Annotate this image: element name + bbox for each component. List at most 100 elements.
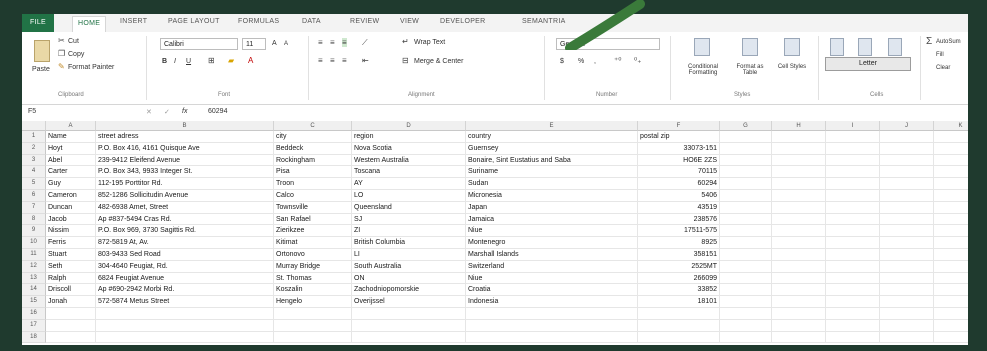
- cell-h13[interactable]: [772, 272, 826, 285]
- align-left-icon[interactable]: ≡: [318, 56, 323, 65]
- cell-a17[interactable]: [46, 319, 96, 332]
- align-bottom-icon[interactable]: ≡: [342, 38, 347, 47]
- tab-review[interactable]: REVIEW: [350, 18, 379, 25]
- cell-j3[interactable]: [880, 154, 934, 167]
- row-header-9[interactable]: 9: [22, 225, 46, 238]
- tab-insert[interactable]: INSERT: [120, 18, 147, 25]
- cell-k18[interactable]: [934, 332, 968, 344]
- cell-i9[interactable]: [826, 225, 880, 238]
- cell-e11[interactable]: Marshall Islands: [466, 249, 638, 261]
- cell-i16[interactable]: [826, 308, 880, 320]
- column-header-j[interactable]: J: [880, 121, 934, 131]
- cell-c5[interactable]: Troon: [274, 178, 352, 190]
- cell-e3[interactable]: Bonaire, Sint Eustatius and Saba: [466, 154, 638, 167]
- cell-styles-icon[interactable]: [784, 38, 800, 56]
- cell-f2[interactable]: 33073-151: [638, 142, 720, 155]
- cell-d15[interactable]: Overijssel: [352, 296, 466, 308]
- cell-e7[interactable]: Japan: [466, 201, 638, 214]
- cell-g15[interactable]: [720, 296, 772, 308]
- cell-e15[interactable]: Indonesia: [466, 296, 638, 308]
- delete-icon[interactable]: [858, 38, 872, 56]
- cell-i2[interactable]: [826, 142, 880, 155]
- percent-button[interactable]: %: [578, 58, 584, 65]
- cell-e18[interactable]: [466, 331, 638, 344]
- cell-b2[interactable]: P.O. Box 416, 4161 Quisque Ave: [96, 142, 274, 155]
- cell-d2[interactable]: Nova Scotia: [352, 142, 466, 155]
- cell-k2[interactable]: [934, 143, 968, 155]
- worksheet-grid[interactable]: A B C D E F G H I J K 1 Name street adress city region c…: [22, 121, 968, 345]
- cell-j12[interactable]: [880, 260, 934, 273]
- align-middle-icon[interactable]: ≡: [330, 38, 335, 47]
- cell-b16[interactable]: [96, 308, 274, 320]
- row-header-3[interactable]: 3: [22, 154, 46, 167]
- cell-h12[interactable]: [772, 260, 826, 273]
- column-header-b[interactable]: B: [96, 121, 274, 131]
- column-header-e[interactable]: E: [466, 121, 638, 131]
- cell-a15[interactable]: Jonah: [46, 296, 96, 308]
- cell-j18[interactable]: [880, 331, 934, 344]
- cell-g3[interactable]: [720, 154, 772, 167]
- cell-a13[interactable]: Ralph: [46, 272, 96, 285]
- cell-a16[interactable]: [46, 308, 96, 320]
- cell-c17[interactable]: [274, 319, 352, 332]
- cell-k8[interactable]: [934, 214, 968, 226]
- cell-c14[interactable]: Koszalin: [274, 284, 352, 297]
- cell-d18[interactable]: [352, 331, 466, 344]
- cell-h18[interactable]: [772, 331, 826, 344]
- cell-f3[interactable]: HO6E 2ZS: [638, 154, 720, 167]
- cell-j2[interactable]: [880, 142, 934, 155]
- cell-e6[interactable]: Micronesia: [466, 190, 638, 202]
- format-as-table-button[interactable]: Format as Table: [730, 64, 770, 76]
- cell-h10[interactable]: [772, 237, 826, 249]
- merge-center-button[interactable]: Merge & Center: [414, 58, 463, 65]
- cell-k11[interactable]: [934, 249, 968, 261]
- cell-e16[interactable]: [466, 308, 638, 320]
- cell-j14[interactable]: [880, 284, 934, 297]
- tab-home[interactable]: HOME: [72, 16, 107, 33]
- name-box[interactable]: F5: [28, 108, 98, 115]
- cell-b11[interactable]: 803-9433 Sed Road: [96, 249, 274, 261]
- cell-k4[interactable]: [934, 166, 968, 179]
- comma-button[interactable]: ,: [594, 58, 596, 65]
- row-header-14[interactable]: 14: [22, 284, 46, 297]
- cell-c18[interactable]: [274, 331, 352, 344]
- row-header-18[interactable]: 18: [22, 331, 46, 344]
- cell-i14[interactable]: [826, 284, 880, 297]
- decrease-decimal-icon[interactable]: ⁰₊: [634, 56, 641, 65]
- cell-c8[interactable]: San Rafael: [274, 213, 352, 226]
- column-header-a[interactable]: A: [46, 121, 96, 131]
- column-header-g[interactable]: G: [720, 121, 772, 131]
- cell-g5[interactable]: [720, 178, 772, 190]
- row-header-2[interactable]: 2: [22, 142, 46, 155]
- cell-e8[interactable]: Jamaica: [466, 213, 638, 226]
- autosum-button[interactable]: AutoSum: [936, 39, 961, 45]
- cell-f10[interactable]: 8925: [638, 237, 720, 249]
- cell-e13[interactable]: Niue: [466, 272, 638, 285]
- wrap-text-button[interactable]: Wrap Text: [414, 39, 445, 46]
- cell-e1[interactable]: country: [466, 131, 638, 143]
- cell-i5[interactable]: [826, 178, 880, 190]
- cell-d3[interactable]: Western Australia: [352, 154, 466, 167]
- cell-d6[interactable]: LO: [352, 190, 466, 202]
- cell-i7[interactable]: [826, 201, 880, 214]
- cell-g9[interactable]: [720, 225, 772, 238]
- cell-b4[interactable]: P.O. Box 343, 9933 Integer St.: [96, 166, 274, 179]
- cell-h3[interactable]: [772, 154, 826, 167]
- cell-a10[interactable]: Ferris: [46, 237, 96, 249]
- cell-h8[interactable]: [772, 213, 826, 226]
- clear-button[interactable]: Clear: [936, 65, 950, 71]
- row-header-4[interactable]: 4: [22, 166, 46, 179]
- cell-d4[interactable]: Toscana: [352, 166, 466, 179]
- cell-f14[interactable]: 33852: [638, 284, 720, 297]
- cut-button[interactable]: Cut: [68, 38, 79, 45]
- cell-a18[interactable]: [46, 331, 96, 344]
- cell-h7[interactable]: [772, 201, 826, 214]
- cell-h1[interactable]: [772, 131, 826, 143]
- cell-k7[interactable]: [934, 202, 968, 214]
- row-header-12[interactable]: 12: [22, 260, 46, 273]
- conditional-format-icon[interactable]: [694, 38, 710, 56]
- indent-icon[interactable]: ⇤: [362, 56, 369, 65]
- cell-i6[interactable]: [826, 190, 880, 202]
- cell-g4[interactable]: [720, 166, 772, 179]
- tab-page-layout[interactable]: PAGE LAYOUT: [168, 18, 220, 25]
